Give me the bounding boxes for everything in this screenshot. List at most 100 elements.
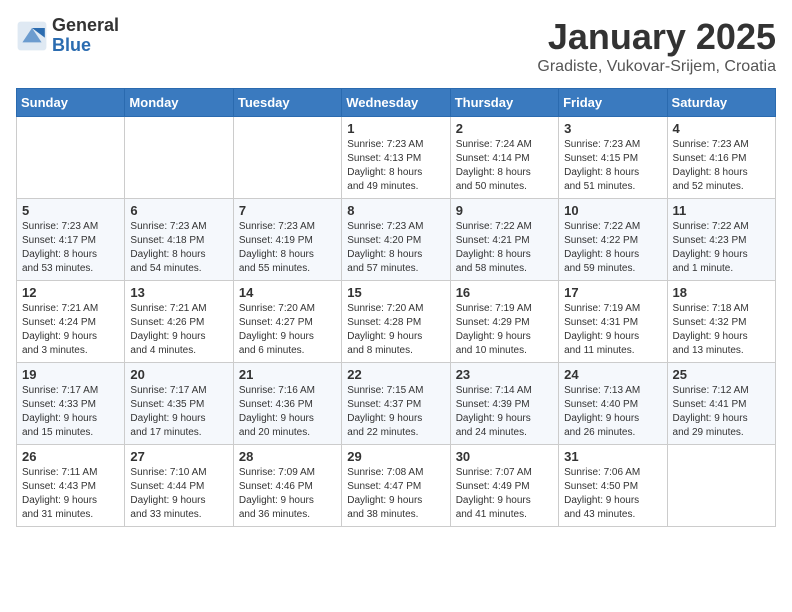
calendar-cell: 30 Sunrise: 7:07 AM Sunset: 4:49 PM Dayli…: [450, 445, 558, 527]
weekday-header-row: SundayMondayTuesdayWednesdayThursdayFrid…: [17, 89, 776, 117]
day-info: Sunrise: 7:11 AM Sunset: 4:43 PM Dayligh…: [22, 466, 119, 522]
day-info: Sunrise: 7:20 AM Sunset: 4:28 PM Dayligh…: [347, 302, 444, 358]
calendar-week-row: 19 Sunrise: 7:17 AM Sunset: 4:33 PM Dayli…: [17, 363, 776, 445]
day-number: 15: [347, 285, 444, 300]
day-number: 10: [564, 203, 661, 218]
calendar-cell: 26 Sunrise: 7:11 AM Sunset: 4:43 PM Dayli…: [17, 445, 125, 527]
day-number: 8: [347, 203, 444, 218]
day-info: Sunrise: 7:17 AM Sunset: 4:33 PM Dayligh…: [22, 384, 119, 440]
day-number: 7: [239, 203, 336, 218]
calendar-cell: 14 Sunrise: 7:20 AM Sunset: 4:27 PM Dayli…: [233, 281, 341, 363]
calendar-cell: 6Sunrise: 7:23 AM Sunset: 4:18 PM Daylig…: [125, 199, 233, 281]
weekday-header: Saturday: [667, 89, 775, 117]
day-number: 4: [673, 121, 770, 136]
calendar-week-row: 26 Sunrise: 7:11 AM Sunset: 4:43 PM Dayli…: [17, 445, 776, 527]
calendar-cell: 5 Sunrise: 7:23 AM Sunset: 4:17 PM Daylig…: [17, 199, 125, 281]
calendar-cell: [667, 445, 775, 527]
day-info: Sunrise: 7:10 AM Sunset: 4:44 PM Dayligh…: [130, 466, 227, 522]
day-info: Sunrise: 7:23 AM Sunset: 4:16 PM Dayligh…: [673, 138, 770, 194]
day-info: Sunrise: 7:21 AM Sunset: 4:24 PM Dayligh…: [22, 302, 119, 358]
calendar-cell: [233, 117, 341, 199]
logo: General Blue: [16, 16, 119, 56]
day-info: Sunrise: 7:23 AM Sunset: 4:19 PM Dayligh…: [239, 220, 336, 276]
day-info: Sunrise: 7:07 AM Sunset: 4:49 PM Dayligh…: [456, 466, 553, 522]
day-info: Sunrise: 7:06 AM Sunset: 4:50 PM Dayligh…: [564, 466, 661, 522]
calendar-cell: 29 Sunrise: 7:08 AM Sunset: 4:47 PM Dayli…: [342, 445, 450, 527]
calendar-cell: 18 Sunrise: 7:18 AM Sunset: 4:32 PM Dayli…: [667, 281, 775, 363]
calendar-cell: 17Sunrise: 7:19 AM Sunset: 4:31 PM Dayli…: [559, 281, 667, 363]
calendar-cell: [17, 117, 125, 199]
calendar-cell: 22 Sunrise: 7:15 AM Sunset: 4:37 PM Dayli…: [342, 363, 450, 445]
logo-general-text: General: [52, 16, 119, 36]
calendar-cell: 19 Sunrise: 7:17 AM Sunset: 4:33 PM Dayli…: [17, 363, 125, 445]
weekday-header: Sunday: [17, 89, 125, 117]
calendar-week-row: 1 Sunrise: 7:23 AM Sunset: 4:13 PM Daylig…: [17, 117, 776, 199]
day-number: 11: [673, 203, 770, 218]
day-info: Sunrise: 7:22 AM Sunset: 4:23 PM Dayligh…: [673, 220, 770, 276]
day-number: 18: [673, 285, 770, 300]
logo-text: General Blue: [52, 16, 119, 56]
day-number: 2: [456, 121, 553, 136]
weekday-header: Tuesday: [233, 89, 341, 117]
day-info: Sunrise: 7:23 AM Sunset: 4:13 PM Dayligh…: [347, 138, 444, 194]
day-number: 19: [22, 367, 119, 382]
day-number: 21: [239, 367, 336, 382]
calendar-cell: 20 Sunrise: 7:17 AM Sunset: 4:35 PM Dayli…: [125, 363, 233, 445]
weekday-header: Friday: [559, 89, 667, 117]
calendar-cell: 7 Sunrise: 7:23 AM Sunset: 4:19 PM Daylig…: [233, 199, 341, 281]
day-number: 22: [347, 367, 444, 382]
calendar-table: SundayMondayTuesdayWednesdayThursdayFrid…: [16, 88, 776, 527]
location-title: Gradiste, Vukovar-Srijem, Croatia: [537, 58, 776, 76]
weekday-header: Monday: [125, 89, 233, 117]
day-info: Sunrise: 7:15 AM Sunset: 4:37 PM Dayligh…: [347, 384, 444, 440]
logo-icon: [16, 20, 48, 52]
calendar-cell: 24Sunrise: 7:13 AM Sunset: 4:40 PM Dayli…: [559, 363, 667, 445]
day-number: 16: [456, 285, 553, 300]
day-number: 20: [130, 367, 227, 382]
calendar-cell: 3 Sunrise: 7:23 AM Sunset: 4:15 PM Daylig…: [559, 117, 667, 199]
calendar-cell: 27 Sunrise: 7:10 AM Sunset: 4:44 PM Dayli…: [125, 445, 233, 527]
title-section: January 2025 Gradiste, Vukovar-Srijem, C…: [537, 16, 776, 76]
weekday-header: Thursday: [450, 89, 558, 117]
day-number: 25: [673, 367, 770, 382]
day-info: Sunrise: 7:08 AM Sunset: 4:47 PM Dayligh…: [347, 466, 444, 522]
day-info: Sunrise: 7:23 AM Sunset: 4:17 PM Dayligh…: [22, 220, 119, 276]
day-number: 12: [22, 285, 119, 300]
day-info: Sunrise: 7:24 AM Sunset: 4:14 PM Dayligh…: [456, 138, 553, 194]
day-info: Sunrise: 7:20 AM Sunset: 4:27 PM Dayligh…: [239, 302, 336, 358]
day-info: Sunrise: 7:21 AM Sunset: 4:26 PM Dayligh…: [130, 302, 227, 358]
calendar-cell: 31 Sunrise: 7:06 AM Sunset: 4:50 PM Dayli…: [559, 445, 667, 527]
day-number: 17: [564, 285, 661, 300]
day-number: 3: [564, 121, 661, 136]
day-info: Sunrise: 7:23 AM Sunset: 4:20 PM Dayligh…: [347, 220, 444, 276]
calendar-cell: 23Sunrise: 7:14 AM Sunset: 4:39 PM Dayli…: [450, 363, 558, 445]
day-info: Sunrise: 7:09 AM Sunset: 4:46 PM Dayligh…: [239, 466, 336, 522]
day-info: Sunrise: 7:18 AM Sunset: 4:32 PM Dayligh…: [673, 302, 770, 358]
calendar-cell: [125, 117, 233, 199]
calendar-cell: 4 Sunrise: 7:23 AM Sunset: 4:16 PM Daylig…: [667, 117, 775, 199]
day-number: 31: [564, 449, 661, 464]
day-info: Sunrise: 7:23 AM Sunset: 4:18 PM Dayligh…: [130, 220, 227, 276]
day-number: 14: [239, 285, 336, 300]
calendar-cell: 28Sunrise: 7:09 AM Sunset: 4:46 PM Dayli…: [233, 445, 341, 527]
day-info: Sunrise: 7:17 AM Sunset: 4:35 PM Dayligh…: [130, 384, 227, 440]
day-info: Sunrise: 7:19 AM Sunset: 4:29 PM Dayligh…: [456, 302, 553, 358]
day-info: Sunrise: 7:23 AM Sunset: 4:15 PM Dayligh…: [564, 138, 661, 194]
day-number: 30: [456, 449, 553, 464]
weekday-header: Wednesday: [342, 89, 450, 117]
day-info: Sunrise: 7:22 AM Sunset: 4:21 PM Dayligh…: [456, 220, 553, 276]
day-number: 5: [22, 203, 119, 218]
calendar-cell: 21Sunrise: 7:16 AM Sunset: 4:36 PM Dayli…: [233, 363, 341, 445]
calendar-cell: 8 Sunrise: 7:23 AM Sunset: 4:20 PM Daylig…: [342, 199, 450, 281]
day-number: 29: [347, 449, 444, 464]
day-info: Sunrise: 7:13 AM Sunset: 4:40 PM Dayligh…: [564, 384, 661, 440]
day-number: 1: [347, 121, 444, 136]
day-number: 26: [22, 449, 119, 464]
page-header: General Blue January 2025 Gradiste, Vuko…: [16, 16, 776, 76]
day-info: Sunrise: 7:12 AM Sunset: 4:41 PM Dayligh…: [673, 384, 770, 440]
day-number: 13: [130, 285, 227, 300]
day-info: Sunrise: 7:14 AM Sunset: 4:39 PM Dayligh…: [456, 384, 553, 440]
calendar-cell: 25 Sunrise: 7:12 AM Sunset: 4:41 PM Dayli…: [667, 363, 775, 445]
day-number: 27: [130, 449, 227, 464]
calendar-cell: 12 Sunrise: 7:21 AM Sunset: 4:24 PM Dayli…: [17, 281, 125, 363]
